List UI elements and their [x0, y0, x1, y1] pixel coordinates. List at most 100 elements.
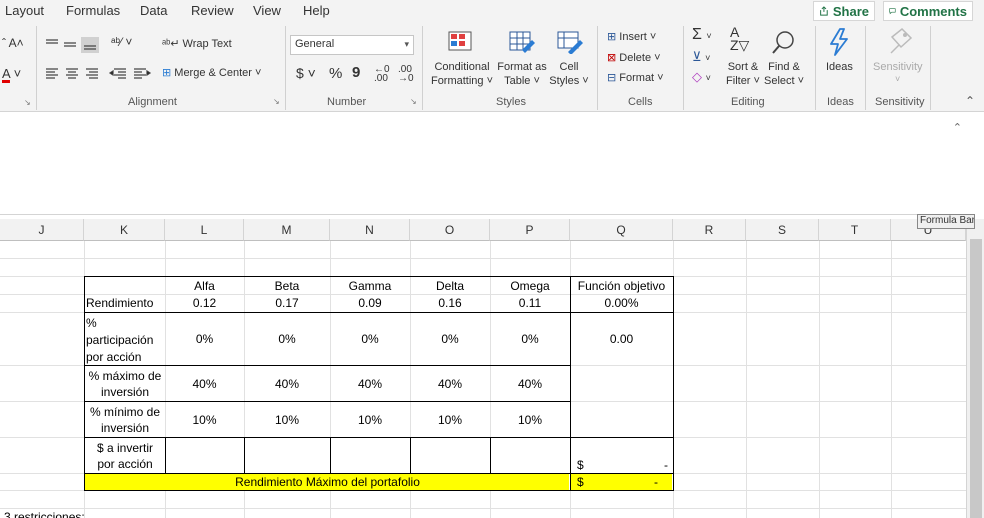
vertical-align-icons[interactable] — [44, 37, 106, 53]
comma-style-button[interactable]: 9 — [352, 64, 360, 81]
minimo-gamma[interactable]: 10% — [330, 413, 410, 427]
menu-view[interactable]: View — [253, 3, 281, 18]
label-minimo-inversion[interactable]: % mínimo de inversión — [85, 404, 165, 436]
label-participacion[interactable]: % participación por acción — [86, 315, 164, 366]
clear-icon[interactable]: ◇ ˅ — [692, 69, 711, 85]
participacion-gamma[interactable]: 0% — [330, 332, 410, 346]
total-value[interactable]: - — [640, 475, 658, 489]
minimo-beta[interactable]: 10% — [244, 413, 330, 427]
minimo-alfa[interactable]: 10% — [165, 413, 244, 427]
participacion-beta[interactable]: 0% — [244, 332, 330, 346]
maximo-delta[interactable]: 40% — [410, 377, 490, 391]
maximo-beta[interactable]: 40% — [244, 377, 330, 391]
menu-formulas[interactable]: Formulas — [66, 3, 120, 18]
editing-group-label: Editing — [731, 96, 765, 108]
column-header-k[interactable]: K — [84, 219, 165, 241]
delete-button[interactable]: ⊠ Delete ˅ — [607, 51, 661, 64]
column-header-p[interactable]: P — [490, 219, 570, 241]
column-header-t[interactable]: T — [819, 219, 891, 241]
ribbon: ˆ A˄ A ˅ ↘ ᵃᵇ⁄ ˅ ᵃᵇ↵ Wrap Text ⊞ Merge &… — [0, 22, 984, 112]
group-separator — [683, 26, 684, 110]
label-maximo-inversion[interactable]: % máximo de inversión — [85, 368, 165, 400]
wrap-text-button[interactable]: ᵃᵇ↵ Wrap Text — [162, 37, 232, 50]
column-header-l[interactable]: L — [165, 219, 244, 241]
rendimiento-beta[interactable]: 0.17 — [244, 296, 330, 310]
minimo-delta[interactable]: 10% — [410, 413, 490, 427]
number-format-select[interactable]: General ▾ — [290, 35, 414, 55]
column-header-o[interactable]: O — [410, 219, 490, 241]
header-funcion-objetivo[interactable]: Función objetivo — [570, 279, 673, 293]
number-launcher-icon[interactable]: ↘ — [410, 97, 417, 106]
group-separator — [930, 26, 931, 110]
vertical-scrollbar[interactable] — [966, 219, 984, 518]
format-as-table-icon — [509, 31, 535, 53]
menu-layout[interactable]: Layout — [5, 3, 44, 18]
rendimiento-alfa[interactable]: 0.12 — [165, 296, 244, 310]
font-launcher-icon[interactable]: ↘ — [24, 98, 31, 107]
header-alfa[interactable]: Alfa — [165, 279, 244, 293]
invertir-total-currency[interactable]: $ — [577, 458, 597, 472]
font-size-increase-icon[interactable]: ˆ A˄ — [2, 36, 24, 50]
merge-center-button[interactable]: ⊞ Merge & Center ˅ — [162, 66, 261, 79]
participacion-delta[interactable]: 0% — [410, 332, 490, 346]
increase-decimal-icon[interactable]: ←0.00 — [374, 65, 390, 84]
collapse-formula-bar-icon[interactable]: ⌃ — [953, 121, 962, 134]
total-rendimiento-label[interactable]: Rendimiento Máximo del portafolio — [85, 475, 570, 489]
header-omega[interactable]: Omega — [490, 279, 570, 293]
column-header-s[interactable]: S — [746, 219, 819, 241]
group-separator — [422, 26, 423, 110]
maximo-gamma[interactable]: 40% — [330, 377, 410, 391]
invertir-total-value[interactable]: - — [650, 458, 668, 472]
comments-button[interactable]: Comments — [883, 1, 973, 21]
menu-data[interactable]: Data — [140, 3, 167, 18]
autosum-icon[interactable]: Σ ˅ — [692, 26, 712, 44]
font-color-icon[interactable]: A ˅ — [2, 66, 21, 81]
maximo-omega[interactable]: 40% — [490, 377, 570, 391]
participacion-alfa[interactable]: 0% — [165, 332, 244, 346]
group-separator — [36, 26, 37, 110]
header-gamma[interactable]: Gamma — [330, 279, 410, 293]
column-header-m[interactable]: M — [244, 219, 330, 241]
scrollbar-thumb[interactable] — [970, 239, 982, 518]
chevron-down-icon: ˅ — [895, 74, 901, 84]
insert-button[interactable]: ⊞ Insert ˅ — [607, 30, 656, 43]
column-header-j[interactable]: J — [0, 219, 84, 241]
group-separator — [865, 26, 866, 110]
group-separator — [285, 26, 286, 110]
fill-icon[interactable]: ⊻ ˅ — [692, 49, 710, 65]
formula-bar-expanded[interactable]: ⌃ — [0, 113, 966, 215]
currency-button[interactable]: $ ˅ — [296, 65, 316, 81]
label-invertir-por-accion[interactable]: $ a invertir por acción — [85, 440, 165, 472]
decrease-decimal-icon[interactable]: .00 →0 — [398, 65, 414, 84]
total-currency[interactable]: $ — [577, 475, 597, 489]
percent-button[interactable]: % — [329, 65, 342, 82]
column-header-n[interactable]: N — [330, 219, 410, 241]
menu-help[interactable]: Help — [303, 3, 330, 18]
styles-group-label: Styles — [496, 96, 526, 108]
label-rendimiento[interactable]: Rendimiento — [86, 296, 164, 310]
column-header-r[interactable]: R — [673, 219, 746, 241]
header-beta[interactable]: Beta — [244, 279, 330, 293]
lightning-icon — [830, 28, 848, 56]
format-button[interactable]: ⊟ Format ˅ — [607, 71, 664, 84]
share-button[interactable]: Share — [813, 1, 875, 21]
alignment-group-label: Alignment — [128, 96, 177, 108]
restricciones-note[interactable]: 3 restricciones: — [4, 510, 164, 518]
orientation-icon[interactable]: ᵃᵇ⁄ ˅ — [111, 35, 132, 49]
rendimiento-gamma[interactable]: 0.09 — [330, 296, 410, 310]
menu-review[interactable]: Review — [191, 3, 234, 18]
collapse-ribbon-icon[interactable]: ⌃ — [965, 94, 975, 108]
cell-styles-icon — [557, 31, 583, 54]
column-header-q[interactable]: Q — [570, 219, 673, 241]
participacion-omega[interactable]: 0% — [490, 332, 570, 346]
rendimiento-delta[interactable]: 0.16 — [410, 296, 490, 310]
participacion-total[interactable]: 0.00 — [570, 332, 673, 346]
maximo-alfa[interactable]: 40% — [165, 377, 244, 391]
rendimiento-omega[interactable]: 0.11 — [490, 296, 570, 310]
horizontal-align-icons[interactable] — [44, 66, 152, 82]
alignment-launcher-icon[interactable]: ↘ — [273, 97, 280, 106]
funcion-objetivo-value[interactable]: 0.00% — [570, 296, 673, 310]
header-delta[interactable]: Delta — [410, 279, 490, 293]
minimo-omega[interactable]: 10% — [490, 413, 570, 427]
delete-cells-icon: ⊠ — [607, 52, 617, 64]
